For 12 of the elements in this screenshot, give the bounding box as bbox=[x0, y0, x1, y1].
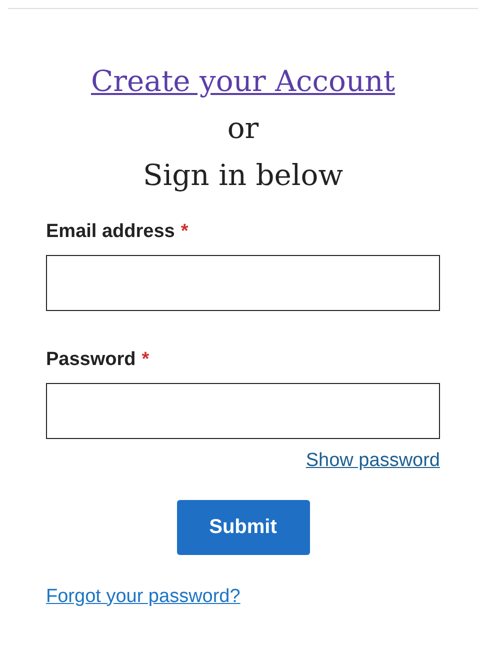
required-mark: * bbox=[180, 220, 188, 244]
forgot-password-link[interactable]: Forgot your password? bbox=[46, 586, 240, 606]
sign-in-heading: Sign in below bbox=[142, 157, 344, 194]
field-label: Password bbox=[46, 348, 136, 372]
input-field[interactable] bbox=[46, 255, 440, 311]
field-label: Email address bbox=[46, 220, 175, 244]
submit-button[interactable]: Submit bbox=[176, 500, 310, 554]
create-account-link[interactable]: Create your Account bbox=[90, 59, 396, 103]
or-text: or bbox=[227, 110, 259, 147]
input-field[interactable] bbox=[46, 383, 440, 439]
required-mark: * bbox=[142, 348, 150, 372]
show-password-link[interactable]: Show password bbox=[306, 447, 440, 476]
